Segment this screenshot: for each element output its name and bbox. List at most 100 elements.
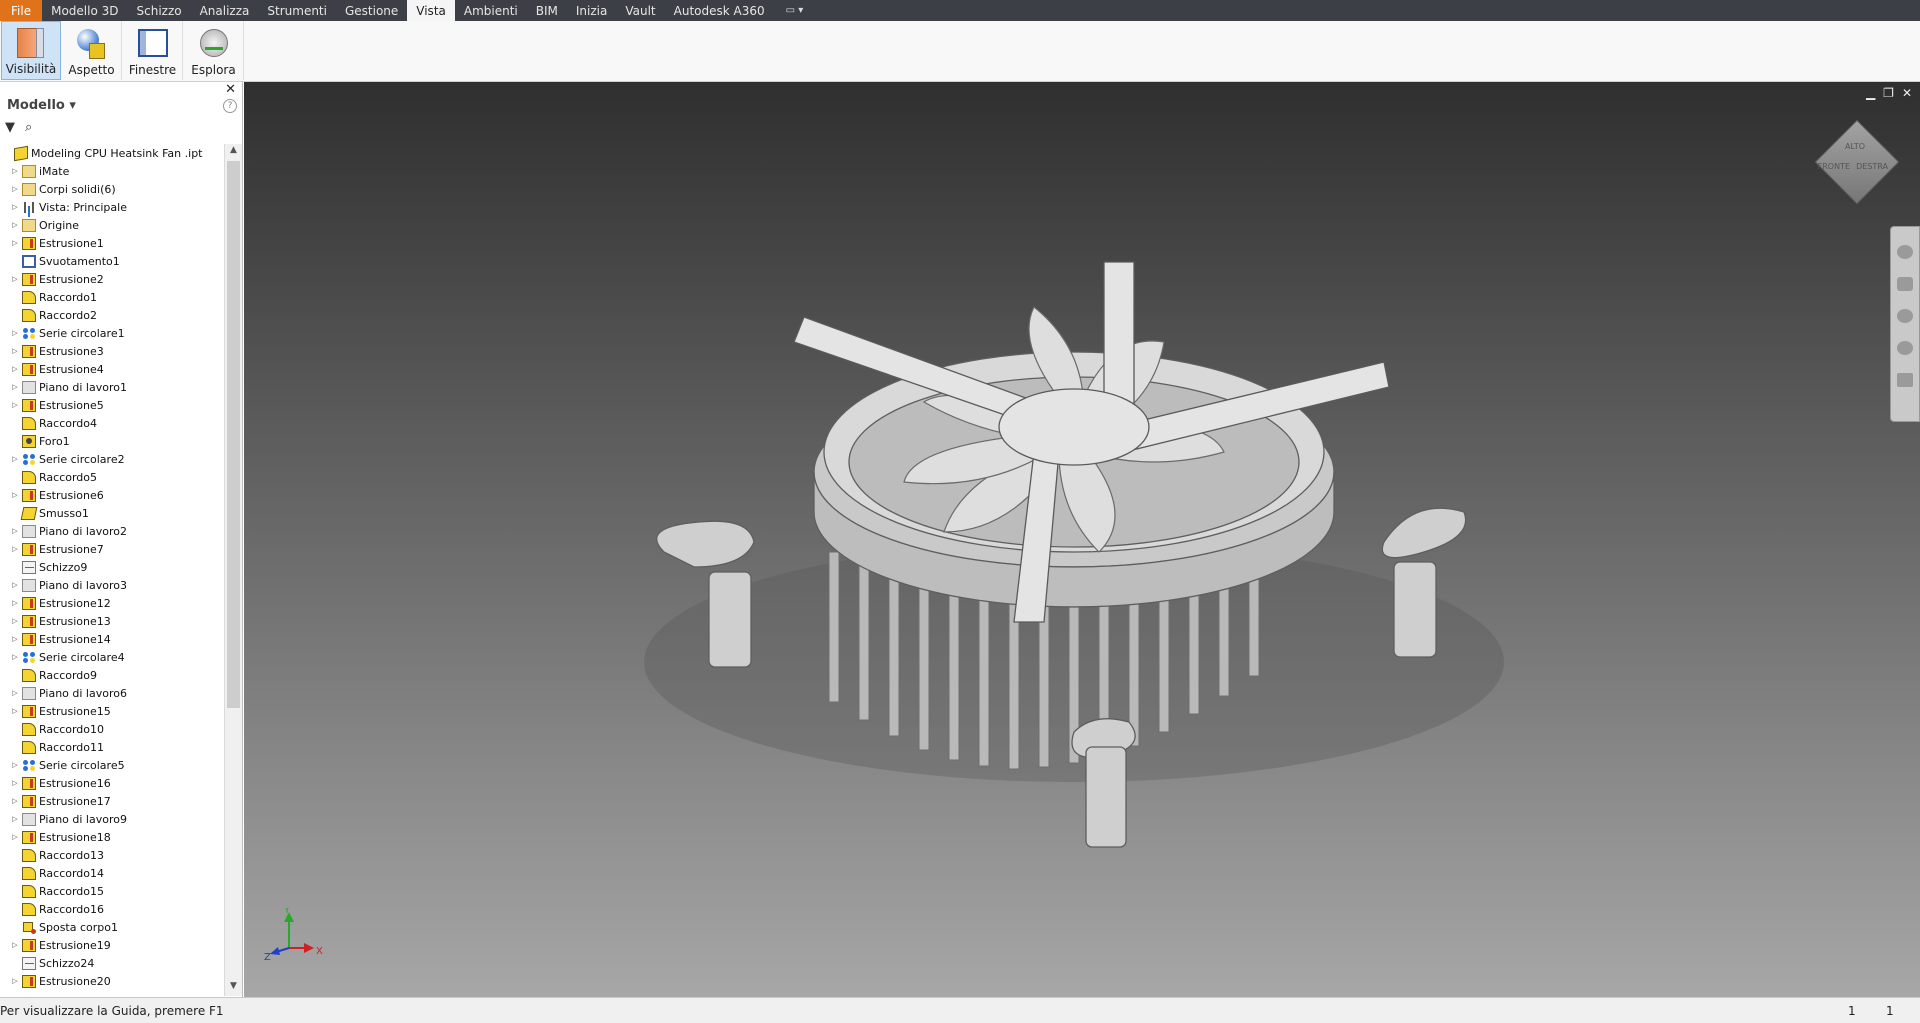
tree-item[interactable]: Sposta corpo1 [0,918,224,936]
tree-item[interactable]: Raccordo5 [0,468,224,486]
tree-item[interactable]: ▷ Estrusione13 [0,612,224,630]
expand-icon[interactable]: ▷ [8,689,22,697]
tree-item[interactable]: Foro1 [0,432,224,450]
tree-item[interactable]: Raccordo9 [0,666,224,684]
tree-item[interactable]: ▷ Estrusione6 [0,486,224,504]
ribbon-button[interactable]: Finestre [123,21,183,80]
tree-item[interactable]: ▷ Serie circolare1 [0,324,224,342]
expand-icon[interactable]: ▷ [8,221,22,229]
menu-tab[interactable]: Inizia [567,0,616,21]
graphics-viewport[interactable]: ▁ ❐ ✕ ALTO FRONTE DESTRA Y X Z [244,82,1920,997]
steering-wheel-icon[interactable] [1897,245,1913,259]
expand-icon[interactable]: ▷ [8,941,22,949]
tree-item[interactable]: Raccordo14 [0,864,224,882]
tree-item[interactable]: ▷ Origine [0,216,224,234]
browser-scrollbar[interactable]: ▲ ▼ [224,144,242,996]
expand-icon[interactable]: ▷ [8,527,22,535]
tree-item[interactable]: ▷ Piano di lavoro9 [0,810,224,828]
scroll-down-icon[interactable]: ▼ [225,981,242,995]
expand-icon[interactable]: ▷ [8,653,22,661]
dropdown-icon[interactable]: ▭ ▾ [774,0,816,21]
menu-tab[interactable]: Vault [616,0,664,21]
tree-item[interactable]: Raccordo4 [0,414,224,432]
ribbon-button[interactable]: Esplora [184,21,244,80]
tree-item[interactable]: ▷ Estrusione7 [0,540,224,558]
help-icon[interactable]: ? [223,99,237,113]
close-icon[interactable]: ✕ [225,82,236,97]
expand-icon[interactable]: ▷ [8,779,22,787]
browser-title-dropdown[interactable]: Modello ▾ [7,98,76,113]
tree-item[interactable]: ▷ Estrusione18 [0,828,224,846]
tree-item[interactable]: ▷ Piano di lavoro1 [0,378,224,396]
tree-item[interactable]: Raccordo11 [0,738,224,756]
tree-root[interactable]: Modeling CPU Heatsink Fan .ipt [0,144,224,162]
tree-item[interactable]: Svuotamento1 [0,252,224,270]
tree-item[interactable]: Raccordo10 [0,720,224,738]
scroll-thumb[interactable] [227,161,240,708]
tree-item[interactable]: Schizzo9 [0,558,224,576]
tree-item[interactable]: ▷ Corpi solidi(6) [0,180,224,198]
close-icon[interactable]: ✕ [1902,86,1912,100]
menu-tab[interactable]: Modello 3D [42,0,127,21]
expand-icon[interactable]: ▷ [8,167,22,175]
expand-icon[interactable]: ▷ [8,599,22,607]
expand-icon[interactable]: ▷ [8,761,22,769]
tree-item[interactable]: Raccordo13 [0,846,224,864]
tree-item[interactable]: ▷ Serie circolare4 [0,648,224,666]
ribbon-button[interactable]: Visibilità [1,21,61,80]
expand-icon[interactable]: ▷ [8,329,22,337]
tree-item[interactable]: ▷ Vista: Principale [0,198,224,216]
tree-item[interactable]: ▷ Estrusione4 [0,360,224,378]
tree-item[interactable]: ▷ Estrusione17 [0,792,224,810]
tree-item[interactable]: ▷ Estrusione12 [0,594,224,612]
menu-tab[interactable]: BIM [527,0,567,21]
expand-icon[interactable]: ▷ [8,383,22,391]
scroll-up-icon[interactable]: ▲ [225,145,242,159]
expand-icon[interactable]: ▷ [8,365,22,373]
expand-icon[interactable]: ▷ [8,239,22,247]
expand-icon[interactable]: ▷ [8,401,22,409]
minimize-icon[interactable]: ▁ [1866,86,1875,100]
expand-icon[interactable]: ▷ [8,977,22,985]
find-icon[interactable]: ⌕ [25,120,32,135]
menu-file[interactable]: File [0,0,43,21]
tree-item[interactable]: ▷ Estrusione16 [0,774,224,792]
expand-icon[interactable]: ▷ [8,455,22,463]
menu-tab[interactable]: Schizzo [128,0,191,21]
menu-tab[interactable]: Strumenti [258,0,336,21]
menu-tab[interactable]: Gestione [336,0,407,21]
tree-item[interactable]: Raccordo16 [0,900,224,918]
expand-icon[interactable]: ▷ [8,617,22,625]
filter-icon[interactable]: ▼ [5,120,15,135]
tree-item[interactable]: ▷ Estrusione5 [0,396,224,414]
expand-icon[interactable]: ▷ [8,203,22,211]
expand-icon[interactable]: ▷ [8,275,22,283]
menu-tab[interactable]: Vista [407,0,455,21]
orbit-icon[interactable] [1897,341,1913,355]
restore-icon[interactable]: ❐ [1883,86,1894,100]
tree-item[interactable]: ▷ Serie circolare2 [0,450,224,468]
tree-item[interactable]: ▷ Estrusione15 [0,702,224,720]
expand-icon[interactable]: ▷ [8,581,22,589]
tree-item[interactable]: ▷ Piano di lavoro3 [0,576,224,594]
tree-item[interactable]: Raccordo1 [0,288,224,306]
expand-icon[interactable]: ▷ [8,815,22,823]
tree-item[interactable]: Smusso1 [0,504,224,522]
tree-item[interactable]: ▷ Estrusione2 [0,270,224,288]
expand-icon[interactable]: ▷ [8,545,22,553]
tree-item[interactable]: Raccordo2 [0,306,224,324]
expand-icon[interactable]: ▷ [8,707,22,715]
tree-item[interactable]: ▷ Serie circolare5 [0,756,224,774]
look-at-icon[interactable] [1897,373,1913,387]
menu-tab[interactable]: Analizza [191,0,259,21]
pan-icon[interactable] [1897,277,1913,291]
tree-item[interactable]: ▷ Piano di lavoro6 [0,684,224,702]
tree-item[interactable]: ▷ iMate [0,162,224,180]
ribbon-button[interactable]: Aspetto [62,21,122,80]
menu-tab[interactable]: Ambienti [455,0,527,21]
menu-tab[interactable]: Autodesk A360 [665,0,774,21]
tree-item[interactable]: ▷ Estrusione1 [0,234,224,252]
tree-item[interactable]: ▷ Estrusione20 [0,972,224,990]
zoom-icon[interactable] [1897,309,1913,323]
tree-item[interactable]: Raccordo15 [0,882,224,900]
